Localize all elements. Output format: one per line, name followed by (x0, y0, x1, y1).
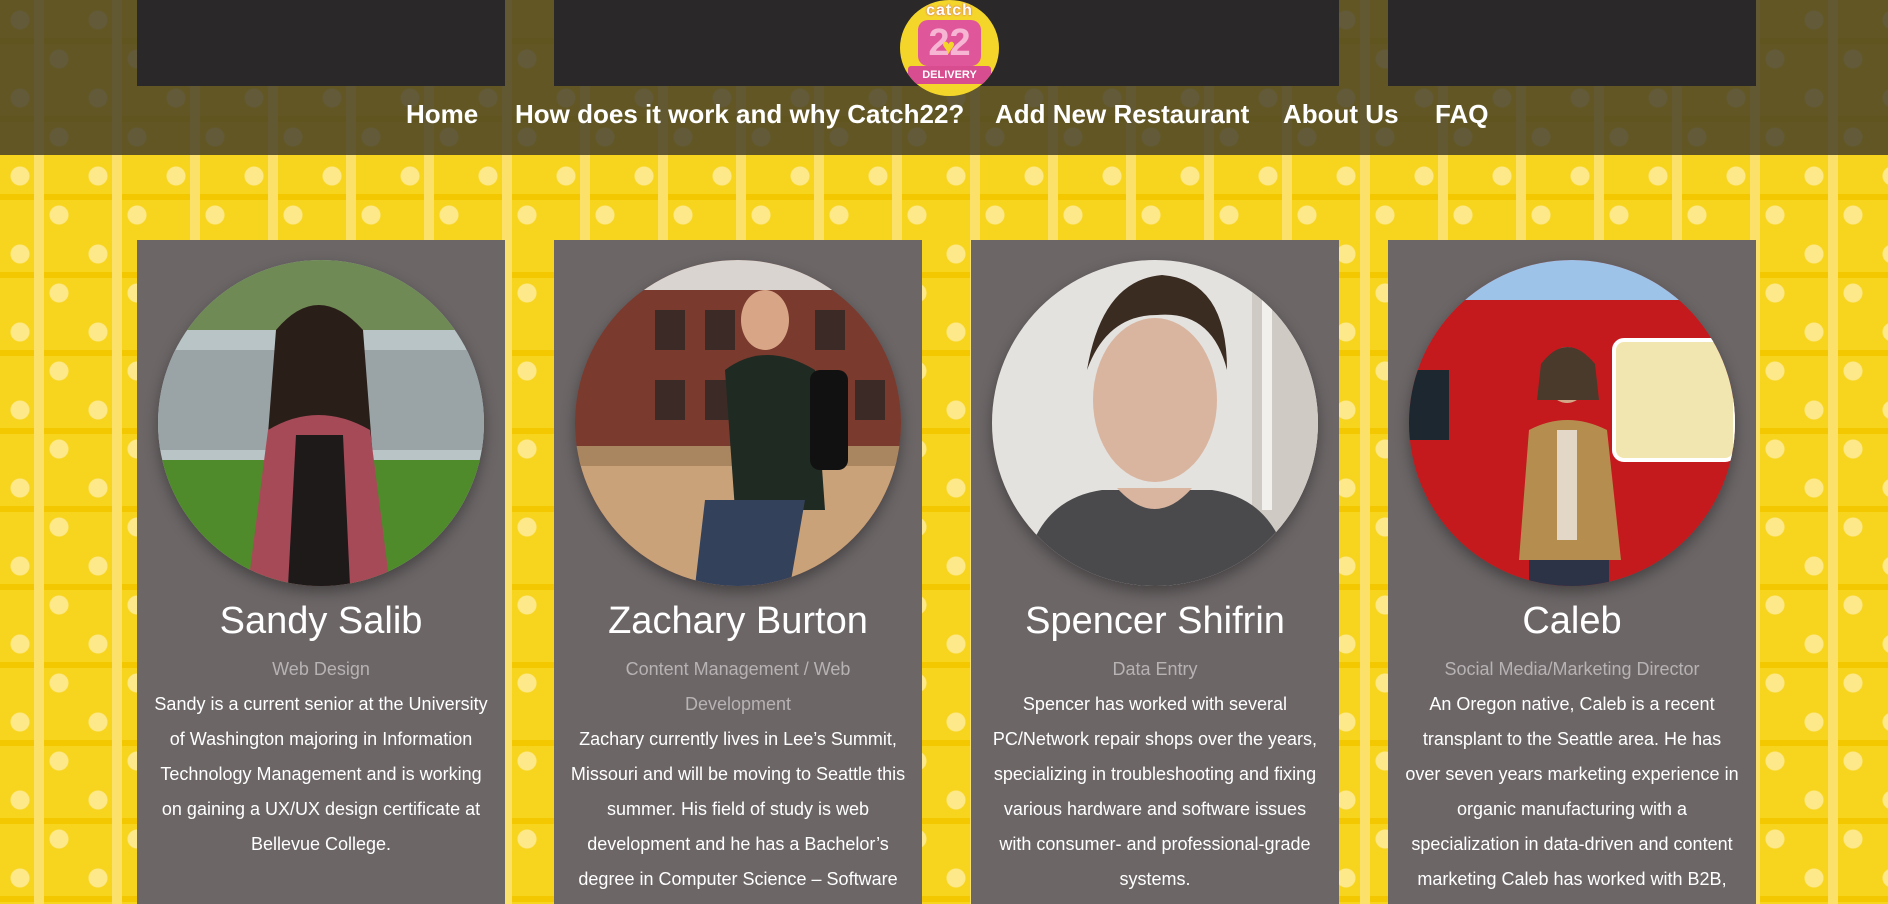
nav-faq[interactable]: FAQ (1435, 96, 1488, 132)
team-name: Sandy Salib (219, 600, 423, 642)
team-name: Spencer Shifrin (1025, 600, 1285, 642)
team-card-zachary: Zachary Burton Content Management / Web … (554, 240, 922, 904)
team-role: Web Design (272, 659, 370, 679)
header-panel-right (1388, 0, 1756, 86)
catch22-logo[interactable]: catch 22 ♥ DELIVERY (900, 0, 999, 96)
team-bio: Spencer has worked with several PC/Netwo… (992, 694, 1318, 889)
header-panel-left (137, 0, 505, 86)
team-name: Caleb (1522, 600, 1622, 642)
nav-add-restaurant[interactable]: Add New Restaurant (995, 96, 1249, 132)
team-bio: Sandy is a current senior at the Univers… (154, 694, 488, 854)
nav-home[interactable]: Home (406, 96, 478, 132)
team-role: Content Management / Web Development (625, 659, 851, 714)
team-photo-spencer (992, 260, 1318, 586)
team-card-caleb: Caleb Social Media/Marketing Director An… (1388, 240, 1756, 904)
team-photo-zachary (575, 260, 901, 586)
logo-number-mark: 22 ♥ (918, 20, 981, 66)
site-header: catch 22 ♥ DELIVERY Home How does it wor… (0, 0, 1888, 155)
team-photo-sandy (158, 260, 484, 586)
logo-wordmark-top: catch (926, 2, 973, 19)
main-nav: Home How does it work and why Catch22? A… (0, 96, 1888, 132)
team-bio: An Oregon native, Caleb is a recent tran… (1405, 694, 1739, 889)
heart-icon: ♥ (942, 34, 956, 59)
team-role: Data Entry (1112, 659, 1198, 679)
team-card-spencer: Spencer Shifrin Data Entry Spencer has w… (971, 240, 1339, 904)
team-photo-caleb (1409, 260, 1735, 586)
logo-wordmark-bottom: DELIVERY (908, 66, 991, 84)
team-card-sandy: Sandy Salib Web Design Sandy is a curren… (137, 240, 505, 904)
nav-about-us[interactable]: About Us (1283, 96, 1399, 132)
team-bio: Zachary currently lives in Lee’s Summit,… (570, 729, 906, 889)
team-role: Social Media/Marketing Director (1444, 659, 1700, 679)
team-name: Zachary Burton (608, 600, 868, 642)
nav-how-it-works[interactable]: How does it work and why Catch22? (515, 96, 964, 132)
